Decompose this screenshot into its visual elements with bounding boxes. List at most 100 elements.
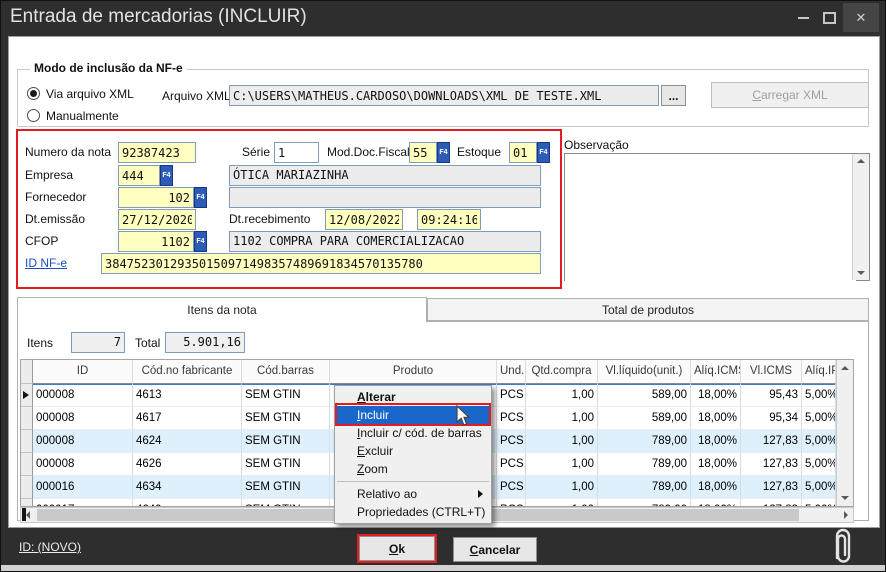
minimize-button[interactable] [791, 5, 815, 31]
numero-da-nota-input[interactable] [118, 142, 196, 163]
col-header-produto[interactable]: Produto [330, 360, 497, 384]
mod-doc-fiscal-input[interactable] [409, 142, 437, 163]
col-header-barras[interactable]: Cód.barras [242, 360, 330, 384]
dt-recebimento-input[interactable] [325, 209, 403, 230]
cell-qtd: 1,00 [526, 499, 598, 507]
menu-item-excluir[interactable]: Excluir [335, 442, 491, 460]
cell-aliq-icms: 18,00% [691, 407, 741, 430]
ok-button-label: Ok [389, 542, 405, 556]
dt-emissao-input[interactable] [118, 209, 196, 230]
tab-total-de-produtos[interactable]: Total de produtos [427, 298, 869, 321]
scroll-down-icon[interactable] [857, 271, 865, 275]
cell-qtd: 1,00 [526, 384, 598, 407]
numero-da-nota-label: Numero da nota [25, 145, 111, 159]
cell-aliq-ipi: 5,00% [802, 499, 836, 507]
col-header-aliq-ipi[interactable]: Alíq.IPI [802, 360, 836, 384]
col-header-fabricante[interactable]: Cód.no fabricante [133, 360, 242, 384]
col-header-und[interactable]: Und. [497, 360, 526, 384]
menu-item-incluir-cod-barras[interactable]: Incluir c/ cód. de barras [335, 424, 491, 442]
id-status-link[interactable]: ID: (NOVO) [19, 540, 81, 554]
table-vertical-scrollbar[interactable] [836, 360, 853, 506]
fornecedor-nome-field [229, 187, 541, 208]
tab-itens-da-nota[interactable]: Itens da nota [17, 297, 427, 322]
menu-item-relativo-ao[interactable]: Relativo ao [335, 485, 491, 503]
cell-vl-liquido: 789,00 [598, 476, 691, 499]
cell-und: PCS [497, 476, 526, 499]
fornecedor-f4-lookup-icon[interactable]: F4 [194, 187, 207, 208]
cell-barras: SEM GTIN [242, 430, 330, 453]
serie-label: Série [242, 145, 270, 159]
cancelar-button[interactable]: Cancelar [453, 537, 537, 562]
fornecedor-input[interactable] [118, 187, 194, 208]
observacao-scrollbar[interactable] [852, 154, 869, 280]
col-header-qtd-compra[interactable]: Qtd.compra [526, 360, 598, 384]
estoque-label: Estoque [457, 145, 501, 159]
col-header-id[interactable]: ID [33, 360, 133, 384]
browse-xml-button[interactable]: ... [661, 85, 686, 106]
serie-input[interactable] [274, 142, 319, 163]
row-selector-cell [21, 476, 33, 499]
carregar-xml-button[interactable]: Carregar XML [711, 82, 869, 108]
cell-id: 000008 [33, 407, 133, 430]
col-header-vl-liquido[interactable]: Vl.líquido(unit.) [598, 360, 691, 384]
mod-doc-fiscal-f4-lookup-icon[interactable]: F4 [437, 142, 450, 163]
cfop-f4-lookup-icon[interactable]: F4 [194, 231, 207, 252]
cell-vl-icms: 127,83 [741, 499, 802, 507]
scroll-down-icon[interactable] [841, 496, 849, 500]
cfop-input[interactable] [118, 231, 194, 252]
scroll-up-icon[interactable] [857, 159, 865, 163]
browse-xml-label: ... [668, 89, 678, 103]
arquivo-xml-label: Arquivo XML [162, 89, 231, 103]
estoque-input[interactable] [509, 142, 537, 163]
hora-recebimento-input[interactable] [417, 209, 481, 230]
cell-aliq-icms: 18,00% [691, 476, 741, 499]
total-label: Total [135, 336, 160, 350]
empresa-label: Empresa [25, 168, 73, 182]
cell-aliq-icms: 18,00% [691, 384, 741, 407]
cell-vl-icms: 127,83 [741, 453, 802, 476]
radio-via-arquivo-xml[interactable] [27, 87, 40, 100]
paperclip-icon [827, 525, 859, 569]
app-window: Entrada de mercadorias (INCLUIR) ✕ Modo … [0, 0, 886, 572]
maximize-button[interactable] [817, 5, 841, 31]
cell-fabricante: 4617 [133, 407, 242, 430]
context-menu: Alterar Incluir Incluir c/ cód. de barra… [334, 385, 492, 524]
cell-aliq-icms: 18,00% [691, 430, 741, 453]
cell-aliq-ipi: 5,00% [802, 453, 836, 476]
cell-barras: SEM GTIN [242, 476, 330, 499]
cell-fabricante: 4613 [133, 384, 242, 407]
scroll-right-icon[interactable] [844, 511, 848, 519]
maximize-icon [823, 12, 836, 24]
empresa-input[interactable] [118, 165, 160, 186]
text-caret [22, 508, 26, 521]
menu-item-incluir[interactable]: Incluir [335, 406, 491, 424]
col-header-aliq-icms[interactable]: Alíq.ICMS [691, 360, 741, 384]
itens-count-field: 7 [71, 332, 125, 353]
estoque-f4-lookup-icon[interactable]: F4 [537, 142, 550, 163]
carregar-xml-label: Carregar XML [752, 88, 827, 102]
menu-item-zoom[interactable]: Zoom [335, 460, 491, 478]
close-button[interactable]: ✕ [843, 3, 879, 32]
menu-item-alterar[interactable]: Alterar [335, 388, 491, 406]
cell-aliq-icms: 18,00% [691, 453, 741, 476]
observacao-textarea[interactable] [565, 154, 856, 284]
id-nfe-input[interactable] [101, 253, 541, 274]
total-value-field: 5.901,16 [165, 332, 245, 353]
radio-manualmente[interactable] [27, 109, 40, 122]
cell-fabricante: 4626 [133, 453, 242, 476]
dt-recebimento-label: Dt.recebimento [229, 212, 310, 226]
col-header-vl-icms[interactable]: Vl.ICMS [741, 360, 802, 384]
cell-vl-liquido: 789,00 [598, 499, 691, 507]
cell-aliq-icms: 18,00% [691, 499, 741, 507]
id-nfe-link[interactable]: ID NF-e [25, 256, 67, 270]
tab-total-label: Total de produtos [602, 303, 694, 317]
scroll-left-icon[interactable] [26, 511, 30, 519]
empresa-f4-lookup-icon[interactable]: F4 [160, 165, 173, 186]
cell-aliq-ipi: 5,00% [802, 476, 836, 499]
dt-emissao-label: Dt.emissão [25, 212, 85, 226]
close-icon: ✕ [856, 10, 867, 26]
scroll-up-icon[interactable] [841, 366, 849, 370]
menu-item-propriedades[interactable]: Propriedades (CTRL+T) [335, 503, 491, 521]
arquivo-xml-input[interactable] [229, 85, 659, 106]
ok-button[interactable]: Ok [359, 536, 435, 561]
